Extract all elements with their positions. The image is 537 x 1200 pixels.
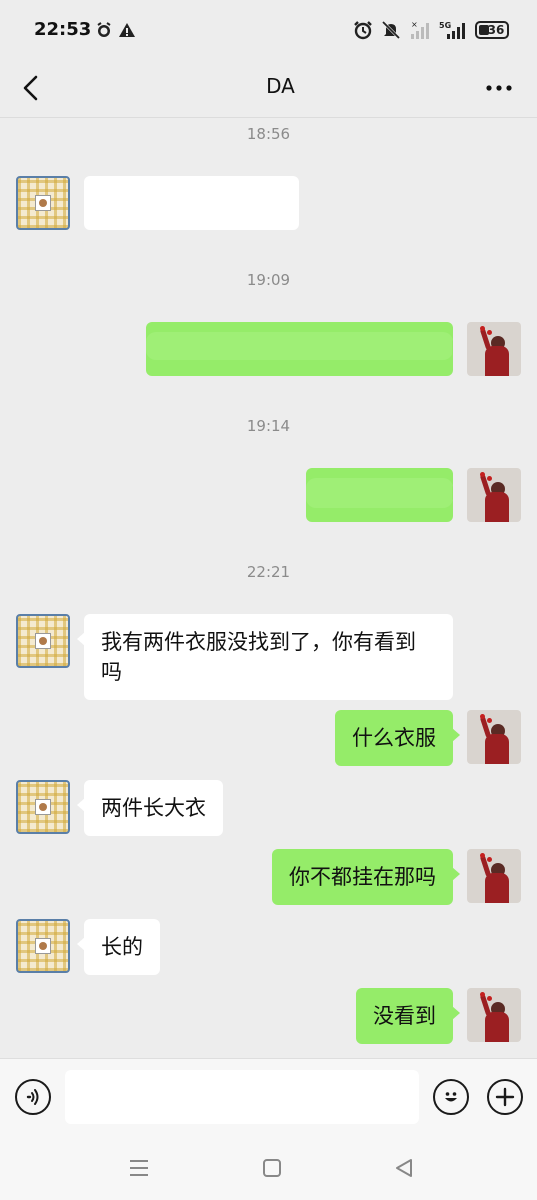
battery-level: 36 bbox=[487, 23, 505, 37]
status-bar: 22:53 × 5G 36 bbox=[0, 0, 537, 60]
message-text: 你不都挂在那吗 bbox=[289, 865, 436, 889]
my-avatar[interactable] bbox=[467, 849, 521, 903]
status-time: 22:53 bbox=[34, 19, 92, 40]
message-timestamp: 19:09 bbox=[246, 271, 291, 289]
incoming-message-bubble[interactable]: 两件长大衣 bbox=[77, 780, 223, 836]
incoming-message-bubble[interactable] bbox=[84, 176, 299, 230]
voice-button[interactable] bbox=[15, 1079, 51, 1115]
my-avatar[interactable] bbox=[467, 988, 521, 1042]
incoming-message-bubble[interactable]: 长的 bbox=[77, 919, 160, 975]
home-button[interactable] bbox=[258, 1154, 286, 1182]
system-back-button[interactable] bbox=[390, 1154, 418, 1182]
more-horizontal-icon bbox=[486, 85, 512, 91]
menu-lines-icon bbox=[130, 1160, 148, 1176]
outgoing-message-bubble[interactable] bbox=[306, 468, 453, 522]
message-text: 没看到 bbox=[373, 1004, 436, 1028]
recent-apps-button[interactable] bbox=[125, 1154, 153, 1182]
message-timestamp: 18:56 bbox=[246, 125, 291, 143]
signal-weak-icon: × bbox=[411, 20, 429, 39]
signal-5g-icon: 5G bbox=[439, 21, 465, 39]
mute-bell-icon bbox=[381, 20, 401, 40]
my-avatar[interactable] bbox=[467, 468, 521, 522]
square-home-icon bbox=[263, 1159, 281, 1177]
message-text: 我有两件衣服没找到了，你有看到吗 bbox=[101, 630, 416, 684]
chat-title[interactable]: DA bbox=[0, 74, 537, 98]
contact-avatar[interactable] bbox=[16, 614, 70, 668]
triangle-back-icon bbox=[396, 1159, 412, 1177]
outgoing-message-bubble[interactable]: 你不都挂在那吗 bbox=[272, 849, 460, 905]
message-text: 什么衣服 bbox=[352, 726, 436, 750]
plus-button[interactable] bbox=[487, 1079, 523, 1115]
emoji-icon bbox=[445, 1092, 457, 1102]
contact-avatar[interactable] bbox=[16, 176, 70, 230]
outgoing-message-bubble[interactable]: 没看到 bbox=[356, 988, 460, 1044]
chat-header: DA bbox=[0, 60, 537, 118]
my-avatar[interactable] bbox=[467, 322, 521, 376]
message-timestamp: 19:14 bbox=[246, 417, 291, 435]
contact-avatar[interactable] bbox=[16, 919, 70, 973]
my-avatar[interactable] bbox=[467, 710, 521, 764]
plus-icon bbox=[495, 1087, 515, 1107]
message-text: 两件长大衣 bbox=[101, 796, 206, 820]
message-list[interactable]: 18:56 19:09 19:14 22:21 我有两件衣服没找到了，你有看到吗… bbox=[0, 118, 537, 1058]
battery-icon: 36 bbox=[475, 21, 509, 39]
voice-icon bbox=[26, 1089, 39, 1105]
status-icons: × 5G 36 bbox=[353, 18, 509, 42]
svg-text:5G: 5G bbox=[439, 21, 451, 30]
warning-icon bbox=[119, 23, 135, 37]
message-input[interactable] bbox=[65, 1070, 419, 1124]
outgoing-message-bubble[interactable]: 什么衣服 bbox=[335, 710, 460, 766]
emoji-button[interactable] bbox=[433, 1079, 469, 1115]
more-button[interactable] bbox=[481, 72, 517, 104]
message-timestamp: 22:21 bbox=[246, 563, 291, 581]
system-navigation-bar bbox=[0, 1134, 537, 1200]
input-bar bbox=[0, 1058, 537, 1134]
alarm-icon bbox=[354, 21, 372, 40]
outgoing-message-bubble[interactable] bbox=[146, 322, 453, 376]
svg-text:×: × bbox=[411, 20, 418, 29]
contact-avatar[interactable] bbox=[16, 780, 70, 834]
incoming-message-bubble[interactable]: 我有两件衣服没找到了，你有看到吗 bbox=[77, 614, 453, 700]
alarm-clock-icon bbox=[97, 22, 111, 37]
message-text: 长的 bbox=[101, 935, 143, 959]
